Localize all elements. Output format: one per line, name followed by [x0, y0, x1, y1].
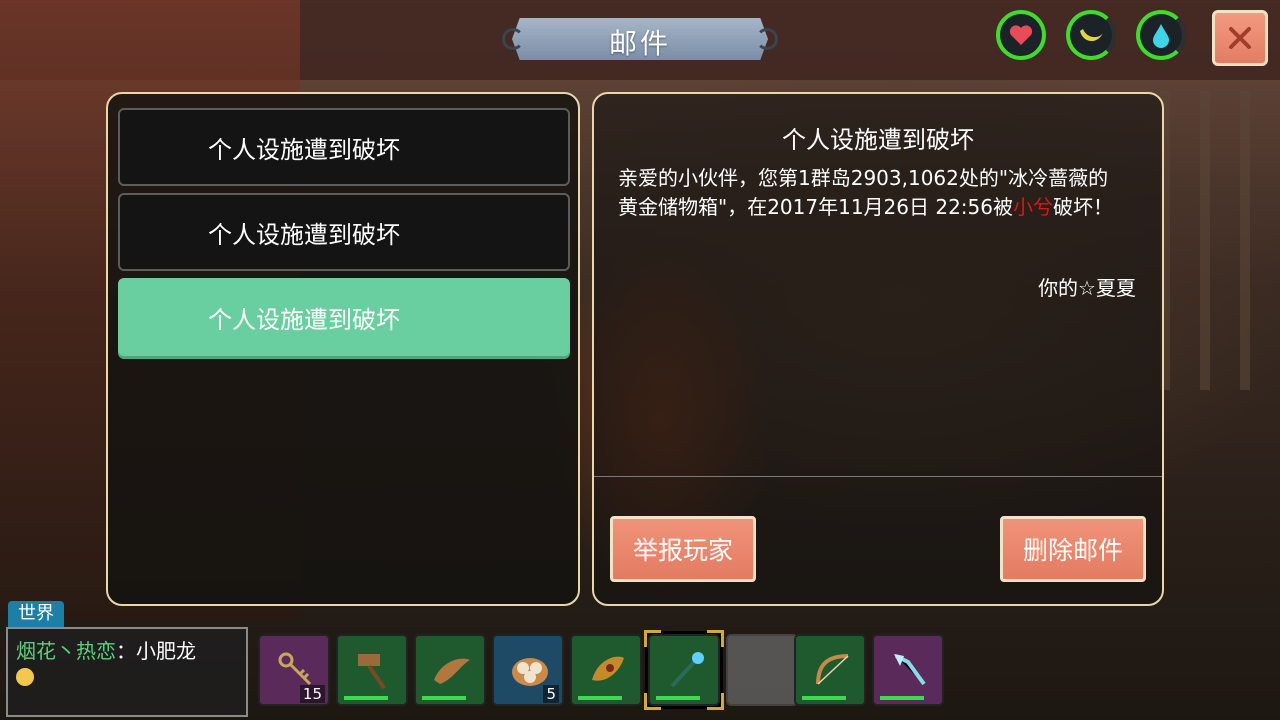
hotbar-slot-empty[interactable] — [726, 634, 798, 706]
hotbar-slot[interactable] — [414, 634, 486, 706]
mail-item-label: 个人设施遭到破坏 — [208, 135, 400, 164]
dumplings-icon — [512, 658, 548, 686]
health-stat — [996, 10, 1046, 60]
hammer-icon — [358, 654, 386, 690]
durability-bar — [422, 696, 466, 700]
slot-count: 15 — [299, 685, 325, 703]
selection-bracket — [644, 693, 661, 710]
report-player-button[interactable]: 举报玩家 — [610, 516, 756, 582]
selection-bracket — [707, 693, 724, 710]
slot-count: 5 — [543, 685, 559, 703]
mail-list-item-selected[interactable]: 个人设施遭到破坏 — [118, 278, 570, 356]
durability-bar — [656, 696, 700, 700]
durability-bar — [344, 696, 388, 700]
divider — [594, 476, 1162, 477]
horn-icon — [592, 656, 624, 681]
hotbar-slot[interactable] — [872, 634, 944, 706]
banana-icon — [1080, 29, 1103, 42]
hunger-stat — [1066, 10, 1116, 60]
hotbar-slot[interactable] — [794, 634, 866, 706]
hotbar-slot[interactable]: 5 — [492, 634, 564, 706]
mail-list-item[interactable]: 个人设施遭到破坏 — [118, 193, 570, 271]
mail-detail-panel: 个人设施遭到破坏 亲爱的小伙伴，您第1群岛2903,1062处的"冰冷蔷薇的黄金… — [592, 92, 1164, 606]
mail-title: 个人设施遭到破坏 — [782, 126, 974, 154]
delete-mail-button[interactable]: 删除邮件 — [1000, 516, 1146, 582]
page-title: 邮件 — [498, 18, 782, 60]
crystal-staff-icon — [894, 654, 926, 686]
mail-list-item[interactable]: 个人设施遭到破坏 — [118, 108, 570, 186]
close-button[interactable] — [1212, 10, 1268, 66]
heart-icon — [1009, 25, 1033, 45]
mail-signature: 你的☆夏夏 — [1038, 276, 1136, 300]
mail-body: 亲爱的小伙伴，您第1群岛2903,1062处的"冰冷蔷薇的黄金储物箱"，在201… — [618, 164, 1128, 222]
chat-message: 小肥龙 — [136, 639, 196, 663]
hotbar-slot[interactable]: 15 — [258, 634, 330, 706]
selection-bracket — [707, 630, 724, 647]
bow-icon — [816, 654, 849, 685]
feather-icon — [434, 658, 470, 684]
mail-player-name: 小兮 — [1013, 195, 1053, 219]
durability-bar — [578, 696, 622, 700]
mail-item-label: 个人设施遭到破坏 — [208, 305, 400, 334]
chat-separator: ： — [116, 639, 136, 663]
keys-icon — [278, 652, 312, 686]
emoji-icon — [16, 668, 34, 686]
durability-bar — [802, 696, 846, 700]
hotbar-slot[interactable] — [570, 634, 642, 706]
chat-tab-world[interactable]: 世界 — [8, 601, 64, 627]
durability-bar — [880, 696, 924, 700]
title-text: 邮件 — [608, 27, 671, 60]
chat-box[interactable]: 烟花丶热恋：小肥龙 — [6, 627, 248, 717]
close-icon — [1229, 27, 1251, 49]
background-fence — [1160, 90, 1280, 390]
chat-sender: 烟花丶热恋 — [16, 639, 116, 663]
water-drop-icon — [1153, 24, 1169, 48]
mail-body-end: 破坏！ — [1053, 195, 1113, 219]
mail-item-label: 个人设施遭到破坏 — [208, 220, 400, 249]
selection-bracket — [644, 630, 661, 647]
hotbar-slot[interactable] — [336, 634, 408, 706]
thirst-stat — [1136, 10, 1186, 60]
mail-list-panel: 个人设施遭到破坏 个人设施遭到破坏 个人设施遭到破坏 — [106, 92, 580, 606]
hotbar-slot-selected[interactable] — [644, 630, 724, 710]
staff-icon — [670, 652, 704, 688]
